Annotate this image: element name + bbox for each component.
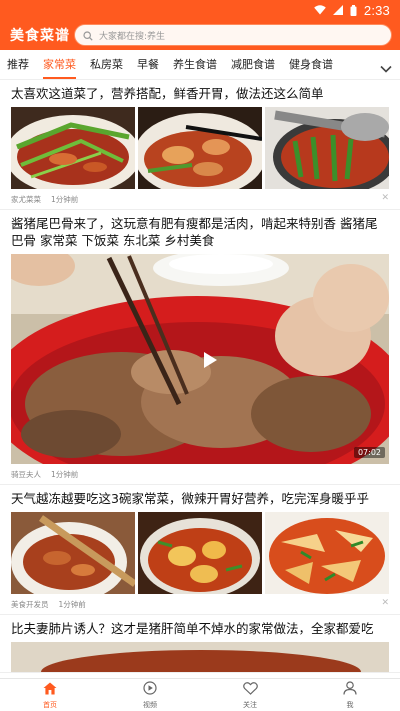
- food-thumbnail[interactable]: [11, 107, 135, 189]
- home-icon: [43, 680, 57, 699]
- card-title[interactable]: 比夫妻肺片诱人？这才是猪肝简单不焯水的家常做法，全家都爱吃: [11, 615, 389, 642]
- card-author[interactable]: 家尤菜菜: [11, 194, 41, 205]
- close-icon[interactable]: ✕: [381, 598, 389, 608]
- nav-follow[interactable]: 关注: [200, 679, 300, 711]
- tab-recommend[interactable]: 推荐: [7, 50, 29, 80]
- nav-follow-label: 关注: [243, 701, 257, 709]
- status-bar: 2:33: [0, 0, 400, 20]
- video-duration: 07:02: [353, 447, 385, 458]
- app-bar: 美食菜谱 大家都在搜:养生: [0, 20, 400, 50]
- search-icon: [83, 26, 93, 45]
- app-logo: 美食菜谱: [10, 28, 70, 44]
- heart-icon: [242, 680, 258, 699]
- nav-me-label: 我: [346, 701, 354, 709]
- card-title[interactable]: 太喜欢这道菜了，营养搭配，鲜香开胃，做法还这么简单: [11, 80, 389, 107]
- video-player[interactable]: 07:02: [11, 254, 389, 464]
- tab-fitness-recipes[interactable]: 健身食谱: [289, 50, 333, 80]
- nav-me[interactable]: 我: [300, 679, 400, 711]
- food-thumbnail[interactable]: [11, 512, 135, 594]
- tab-diet-recipes[interactable]: 减肥食谱: [231, 50, 275, 80]
- nav-home[interactable]: 首页: [0, 679, 100, 711]
- close-icon[interactable]: ✕: [381, 193, 389, 203]
- card-meta: 家尤菜菜 1分钟前 ✕: [11, 189, 389, 209]
- category-tabs: 推荐 家常菜 私房菜 早餐 养生食谱 减肥食谱 健身食谱: [0, 50, 400, 80]
- wifi-icon: [314, 5, 326, 15]
- tab-health-recipes[interactable]: 养生食谱: [173, 50, 217, 80]
- search-placeholder: 大家都在搜:养生: [99, 31, 166, 42]
- feed-card[interactable]: 比夫妻肺片诱人？这才是猪肝简单不焯水的家常做法，全家都爱吃: [0, 615, 400, 673]
- card-title[interactable]: 天气越冻越要吃这3碗家常菜，微辣开胃好营养，吃完浑身暖乎乎: [11, 485, 389, 512]
- feed-card[interactable]: 天气越冻越要吃这3碗家常菜，微辣开胃好营养，吃完浑身暖乎乎 美食开发员 1分钟前…: [0, 485, 400, 615]
- status-time: 2:33: [363, 2, 390, 18]
- signal-icon: [332, 5, 343, 15]
- nav-video-label: 视频: [143, 701, 157, 709]
- chevron-down-icon[interactable]: [380, 59, 392, 78]
- food-cover[interactable]: [11, 642, 389, 672]
- card-time: 1分钟前: [51, 194, 79, 204]
- food-thumbnail[interactable]: [138, 107, 262, 189]
- food-thumbnail[interactable]: [138, 512, 262, 594]
- card-time: 1分钟前: [51, 469, 79, 479]
- play-circle-icon: [143, 680, 157, 699]
- card-meta: 骑豆夫人 1分钟前: [11, 464, 389, 484]
- thumbnail-row: [11, 107, 389, 189]
- tab-private-kitchen[interactable]: 私房菜: [90, 50, 123, 80]
- play-icon[interactable]: [201, 351, 219, 369]
- battery-icon: [350, 4, 357, 16]
- search-input[interactable]: 大家都在搜:养生: [74, 24, 392, 46]
- feed-card[interactable]: 酱猪尾巴骨来了，这玩意有肥有瘦都是活肉，啃起来特别香 酱猪尾巴骨 家常菜 下饭菜…: [0, 210, 400, 485]
- card-title[interactable]: 酱猪尾巴骨来了，这玩意有肥有瘦都是活肉，啃起来特别香 酱猪尾巴骨 家常菜 下饭菜…: [11, 210, 389, 254]
- person-icon: [343, 680, 357, 699]
- feed-list: 太喜欢这道菜了，营养搭配，鲜香开胃，做法还这么简单 家尤菜菜 1分钟前 ✕ 酱猪…: [0, 80, 400, 678]
- nav-home-label: 首页: [43, 701, 57, 709]
- card-author[interactable]: 美食开发员: [11, 599, 49, 610]
- card-time: 1分钟前: [58, 599, 86, 609]
- thumbnail-row: [11, 512, 389, 594]
- nav-video[interactable]: 视频: [100, 679, 200, 711]
- tab-home-cooking[interactable]: 家常菜: [43, 50, 76, 80]
- food-thumbnail[interactable]: [265, 512, 389, 594]
- feed-card[interactable]: 太喜欢这道菜了，营养搭配，鲜香开胃，做法还这么简单 家尤菜菜 1分钟前 ✕: [0, 80, 400, 210]
- card-author[interactable]: 骑豆夫人: [11, 469, 41, 480]
- card-meta: 美食开发员 1分钟前 ✕: [11, 594, 389, 614]
- tab-breakfast[interactable]: 早餐: [137, 50, 159, 80]
- bottom-nav: 首页 视频 关注 我: [0, 678, 400, 711]
- food-thumbnail[interactable]: [265, 107, 389, 189]
